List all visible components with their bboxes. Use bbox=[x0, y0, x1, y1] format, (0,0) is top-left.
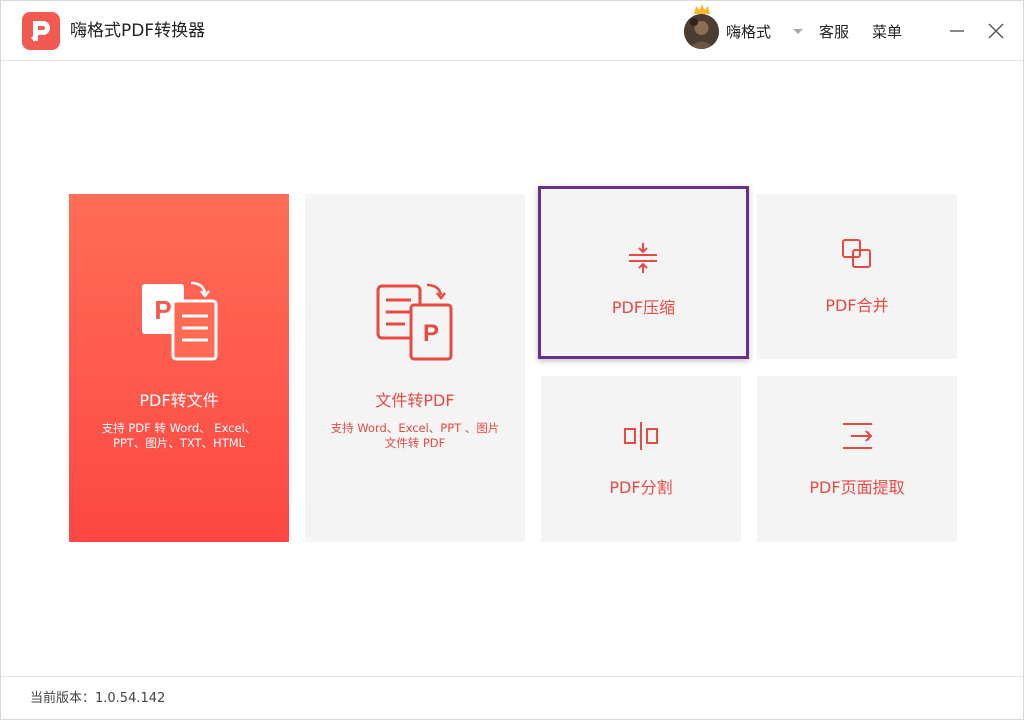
merge-icon bbox=[842, 239, 871, 268]
pdf-extract-tile[interactable]: PDF页面提取 bbox=[757, 376, 957, 542]
file-to-pdf-icon: P bbox=[376, 283, 453, 361]
avatar[interactable] bbox=[684, 14, 719, 49]
customer-service-button[interactable]: 客服 bbox=[819, 22, 849, 42]
file-to-pdf-tile[interactable]: P 文件转PDF 支持 Word、Excel、PPT 、图片文件转 PDF bbox=[305, 194, 525, 542]
app-title: 嗨格式PDF转换器 bbox=[70, 21, 206, 41]
menu-button[interactable]: 菜单 bbox=[872, 22, 902, 42]
minimize-icon[interactable] bbox=[947, 21, 967, 41]
version-label: 当前版本：1.0.54.142 bbox=[30, 691, 166, 706]
user-name[interactable]: 嗨格式 bbox=[726, 22, 771, 42]
svg-text:P: P bbox=[154, 295, 171, 325]
pdf-split-label: PDF分割 bbox=[609, 478, 673, 497]
svg-text:P: P bbox=[423, 320, 439, 347]
pdf-logo-icon bbox=[22, 12, 60, 50]
pdf-to-file-label: PDF转文件 bbox=[139, 391, 219, 410]
close-icon[interactable] bbox=[986, 21, 1006, 41]
status-bar: 当前版本：1.0.54.142 bbox=[1, 676, 1023, 720]
split-icon bbox=[624, 422, 658, 450]
title-bar: 嗨格式PDF转换器 嗨格式 客服 菜单 bbox=[1, 1, 1023, 61]
pdf-extract-label: PDF页面提取 bbox=[809, 478, 905, 497]
chevron-down-icon[interactable] bbox=[791, 27, 805, 37]
pdf-to-file-desc: 支持 PDF 转 Word、 Excel、 PPT、图片、TXT、HTML bbox=[101, 421, 257, 450]
pdf-split-tile[interactable]: PDF分割 bbox=[541, 376, 741, 542]
extract-icon bbox=[843, 423, 873, 449]
pdf-compress-tile[interactable]: PDF压缩 bbox=[538, 186, 749, 359]
pdf-merge-tile[interactable]: PDF合并 bbox=[757, 194, 957, 359]
pdf-to-file-tile[interactable]: P PDF转文件 支持 PDF 转 Word、 Excel、 PPT、图片、TX… bbox=[69, 194, 289, 542]
pdf-to-file-icon: P bbox=[142, 281, 218, 361]
pdf-compress-label: PDF压缩 bbox=[611, 298, 676, 317]
file-to-pdf-label: 文件转PDF bbox=[375, 391, 455, 410]
pdf-merge-label: PDF合并 bbox=[825, 296, 889, 315]
file-to-pdf-desc: 支持 Word、Excel、PPT 、图片文件转 PDF bbox=[330, 421, 500, 450]
app-window: 嗨格式PDF转换器 嗨格式 客服 菜单 P PDF转文件 支持 PDF 转 Wo… bbox=[0, 0, 1024, 720]
compress-icon bbox=[629, 243, 657, 273]
